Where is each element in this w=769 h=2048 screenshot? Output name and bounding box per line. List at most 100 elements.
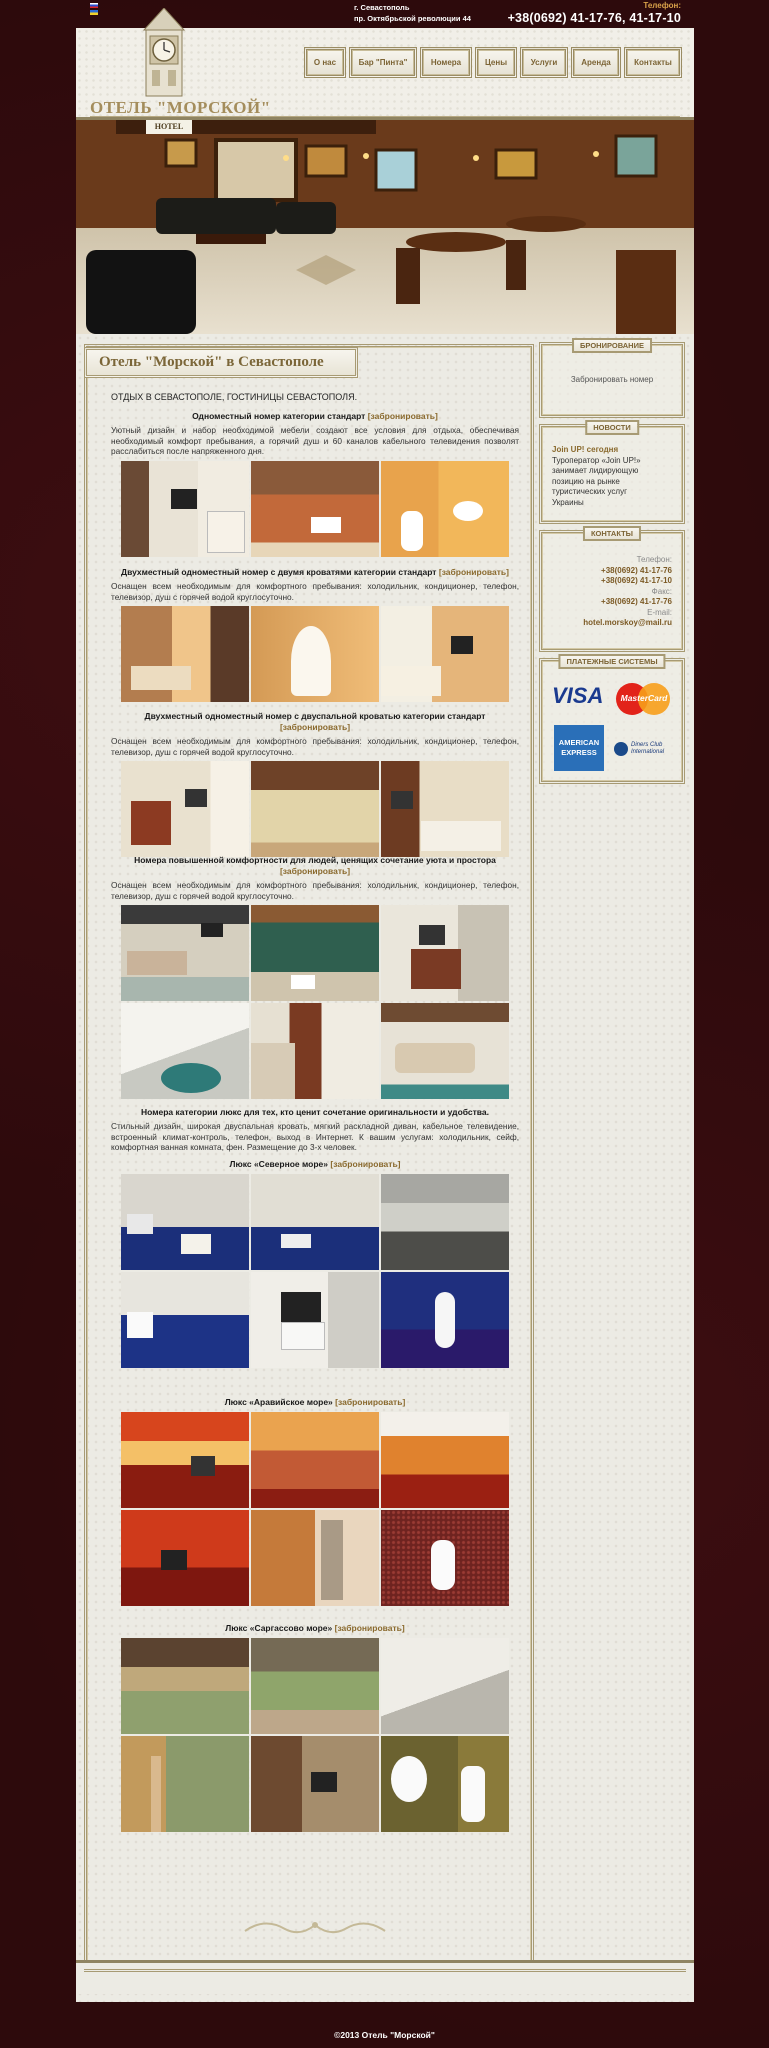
address-street: пр. Октябрьской революции 44 (354, 14, 471, 23)
room-photo[interactable] (121, 1638, 249, 1734)
room-photo[interactable] (121, 1003, 249, 1099)
flag-ru-icon[interactable] (90, 3, 98, 8)
room-photo[interactable] (381, 1412, 509, 1508)
room-photo[interactable] (381, 1736, 509, 1832)
phone-label: Телефон: (643, 1, 681, 10)
room-section-double: Двухместный одноместный номер с двуспаль… (111, 711, 519, 857)
tel-2: +38(0692) 41-17-10 (601, 576, 672, 585)
book-room-link[interactable]: Забронировать номер (571, 375, 653, 384)
book-link[interactable]: [забронировать] (280, 722, 350, 732)
clock-tower-logo-icon[interactable] (138, 8, 190, 98)
photo-row (111, 761, 519, 857)
payment-box: ПЛАТЕЖНЫЕ СИСТЕМЫ VISA MasterCard AMERIC… (539, 654, 685, 784)
nav-services[interactable]: Услуги (520, 47, 568, 78)
room-section-lux-north: Люкс «Северное море» [забронировать] (111, 1159, 519, 1368)
section-title: Люкс «Аравийское море» (224, 1397, 333, 1407)
room-photo[interactable] (251, 1412, 379, 1508)
news-text: Туроператор «Join UP!» занимает лидирующ… (552, 455, 641, 507)
tel-1: +38(0692) 41-17-76 (601, 565, 672, 575)
room-section-comfort: Номера повышенной комфортности для людей… (111, 855, 519, 1099)
room-photo[interactable] (251, 1003, 379, 1099)
room-photo[interactable] (121, 1272, 249, 1368)
room-photo[interactable] (121, 761, 249, 857)
photo-row (111, 1736, 519, 1832)
hotel-logo-text[interactable]: ОТЕЛЬ "МОРСКОЙ" (90, 98, 271, 118)
booking-box: БРОНИРОВАНИЕ Забронировать номер (539, 338, 685, 418)
room-photo[interactable] (251, 1174, 379, 1270)
section-title: Номера повышенной комфортности для людей… (134, 855, 496, 865)
contacts-box: КОНТАКТЫ Телефон: +38(0692) 41-17-76 +38… (539, 526, 685, 652)
room-photo[interactable] (251, 761, 379, 857)
room-photo[interactable] (121, 606, 249, 702)
room-photo[interactable] (381, 460, 509, 557)
room-photo[interactable] (251, 1638, 379, 1734)
amex-text-1: AMERICAN (558, 738, 600, 747)
room-photo[interactable] (381, 1510, 509, 1606)
room-photo[interactable] (121, 1510, 249, 1606)
booking-heading: БРОНИРОВАНИЕ (572, 338, 652, 353)
book-link[interactable]: [забронировать] (335, 1623, 405, 1633)
nav-rent[interactable]: Аренда (571, 47, 621, 78)
room-photo[interactable] (121, 1412, 249, 1508)
section-description: Оснащен всем необходимым для комфортного… (111, 581, 519, 602)
news-box: НОВОСТИ Join UP! сегодня Туроператор «Jo… (539, 420, 685, 524)
room-photo[interactable] (381, 1272, 509, 1368)
room-photo[interactable] (251, 1736, 379, 1832)
diners-logo: Diners Club International (614, 735, 676, 763)
book-link[interactable]: [забронировать] (368, 411, 438, 421)
section-title: Номера категории люкс для тех, кто ценит… (140, 1107, 489, 1117)
site-header: ОТЕЛЬ "МОРСКОЙ" О нас Бар "Пинта" Номера… (76, 8, 694, 120)
main-nav: О нас Бар "Пинта" Номера Цены Услуги Аре… (304, 47, 682, 78)
payment-heading: ПЛАТЕЖНЫЕ СИСТЕМЫ (558, 654, 666, 669)
fax-number: +38(0692) 41-17-76 (601, 597, 672, 606)
nav-about[interactable]: О нас (304, 47, 346, 78)
section-title: Люкс «Саргассово море» (225, 1623, 333, 1633)
page-title: Отель "Морской" в Севастополе (84, 347, 358, 378)
room-photo[interactable] (121, 1736, 249, 1832)
section-title: Двухместный одноместный номер с двумя кр… (121, 567, 437, 577)
book-link[interactable]: [забронировать] (439, 567, 509, 577)
tel-label: Телефон: (636, 555, 672, 564)
room-photo[interactable] (381, 1638, 509, 1734)
nav-prices[interactable]: Цены (475, 47, 517, 78)
fax-label: Факс: (651, 586, 672, 596)
room-photo[interactable] (251, 905, 379, 1001)
email-label: E-mail: (647, 607, 672, 617)
room-photo[interactable] (121, 1174, 249, 1270)
amex-text-2: EXPRESS (561, 748, 597, 757)
book-link[interactable]: [забронировать] (330, 1159, 400, 1169)
photo-row (111, 606, 519, 702)
room-photo[interactable] (251, 1272, 379, 1368)
email-link[interactable]: hotel.morskoy@mail.ru (552, 618, 672, 629)
room-photo[interactable] (251, 606, 379, 702)
nav-contacts[interactable]: Контакты (624, 47, 682, 78)
diners-icon (614, 742, 628, 756)
book-link[interactable]: [забронировать] (335, 1397, 405, 1407)
book-link[interactable]: [забронировать] (280, 866, 350, 876)
photo-row (111, 1510, 519, 1606)
room-photo[interactable] (381, 761, 509, 857)
room-photo[interactable] (381, 905, 509, 1001)
lobby-banner-photo: HOTEL (76, 120, 694, 334)
room-photo[interactable] (381, 1003, 509, 1099)
room-photo[interactable] (381, 606, 509, 702)
room-photo[interactable] (251, 1510, 379, 1606)
hotel-sign: HOTEL (154, 122, 184, 131)
room-photo[interactable] (381, 1174, 509, 1270)
section-description: Уютный дизайн и набор необходимой мебели… (111, 425, 519, 456)
room-photo[interactable] (251, 460, 379, 557)
sidebar: БРОНИРОВАНИЕ Забронировать номер НОВОСТИ… (539, 338, 685, 790)
flag-ua-icon[interactable] (90, 10, 98, 15)
room-photo[interactable] (121, 905, 249, 1001)
section-description: Оснащен всем необходимым для комфортного… (111, 880, 519, 901)
page-wrapper: г. Севастополь пр. Октябрьской революции… (76, 0, 694, 2002)
footer-strip (76, 1960, 694, 1994)
room-section-twin: Двухместный одноместный номер с двумя кр… (111, 567, 519, 702)
room-photo[interactable] (121, 460, 249, 557)
photo-row (111, 1412, 519, 1508)
address-city: г. Севастополь (354, 3, 410, 12)
intro-text: ОТДЫХ В СЕВАСТОПОЛЕ, ГОСТИНИЦЫ СЕВАСТОПО… (111, 392, 358, 402)
nav-rooms[interactable]: Номера (420, 47, 472, 78)
news-title[interactable]: Join UP! сегодня (552, 445, 672, 456)
nav-bar-pinta[interactable]: Бар "Пинта" (349, 47, 417, 78)
